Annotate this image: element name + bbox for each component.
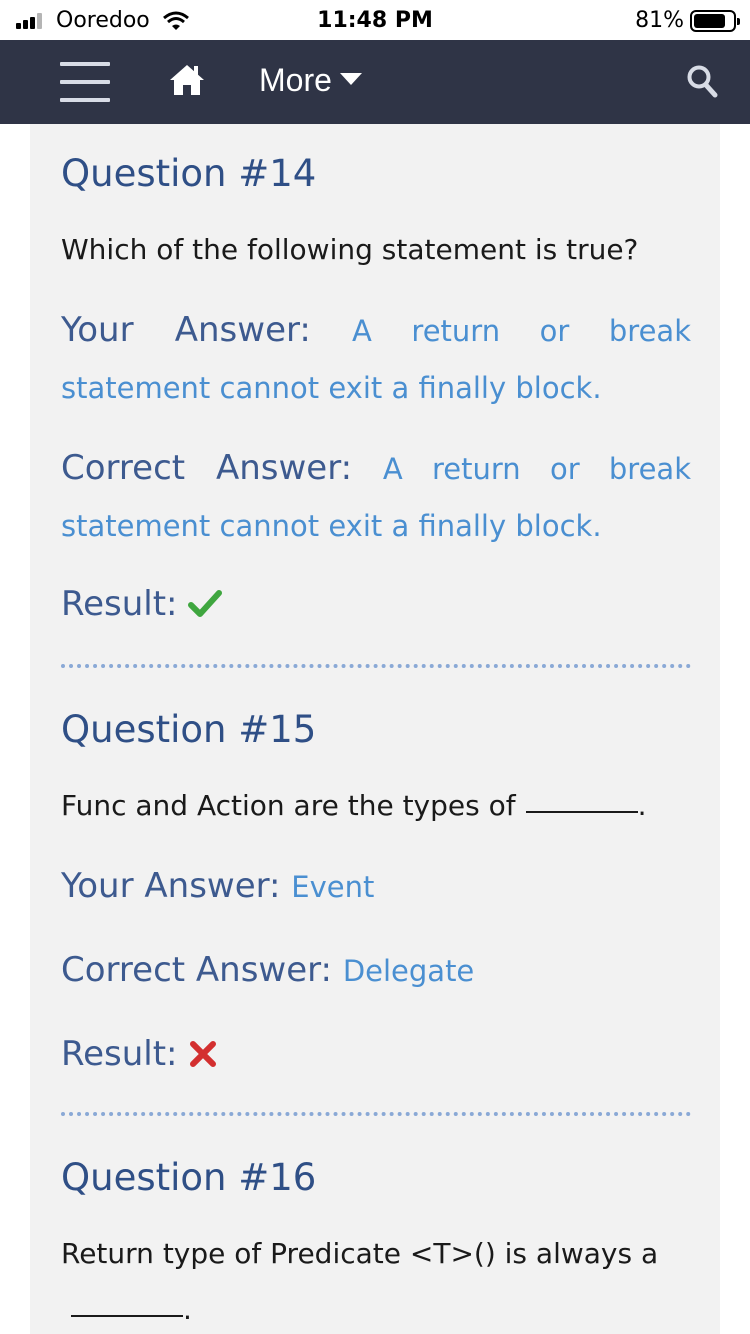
your-answer-row: Your Answer: Event	[61, 858, 691, 915]
your-answer-label: Your Answer:	[61, 310, 311, 350]
more-label: More	[259, 62, 332, 98]
more-menu-button[interactable]: More	[259, 62, 362, 99]
battery-percentage: 81%	[635, 8, 684, 33]
answer-blank	[525, 811, 638, 813]
question-divider	[61, 664, 691, 668]
question-text: Which of the following statement is true…	[61, 233, 639, 266]
correct-answer-row: Correct Answer: Delegate	[61, 942, 691, 999]
result-label: Result:	[61, 1034, 178, 1074]
answer-blank	[71, 1315, 183, 1317]
caret-down-icon	[339, 73, 362, 85]
question-title: Question #15	[61, 708, 317, 751]
home-icon[interactable]	[168, 62, 206, 98]
question-text: Return type of Predicate <T>() is always…	[61, 1237, 659, 1270]
correct-answer-value: Delegate	[342, 954, 475, 988]
battery-icon	[690, 10, 740, 32]
question-text-row: Func and Action are the types of.	[61, 789, 647, 822]
correct-answer-label: Correct Answer:	[61, 950, 332, 990]
correct-answer-label: Correct Answer:	[61, 448, 353, 488]
your-answer-row: Your Answer: A return or break statement…	[61, 302, 691, 416]
status-bar: Ooredoo 11:48 PM 81%	[0, 0, 750, 40]
check-icon	[187, 590, 222, 617]
question-title: Question #16	[61, 1156, 317, 1199]
correct-answer-row: Correct Answer: A return or break statem…	[61, 440, 691, 554]
your-answer-label: Your Answer:	[61, 866, 281, 906]
question-text-row: Return type of Predicate <T>() is always…	[61, 1237, 659, 1326]
top-navbar: More	[0, 40, 750, 124]
search-icon[interactable]	[686, 64, 718, 98]
result-row: Result:	[61, 1026, 691, 1082]
result-label: Result:	[61, 584, 178, 624]
question-text: Func and Action are the types of	[61, 789, 516, 822]
result-row: Result:	[61, 576, 691, 632]
your-answer-value: Event	[291, 870, 375, 904]
question-divider	[61, 1112, 691, 1116]
quiz-results-panel: Question #14 Which of the following stat…	[30, 124, 720, 1334]
menu-icon[interactable]	[60, 60, 110, 104]
cross-icon	[189, 1041, 216, 1067]
question-title: Question #14	[61, 152, 317, 195]
